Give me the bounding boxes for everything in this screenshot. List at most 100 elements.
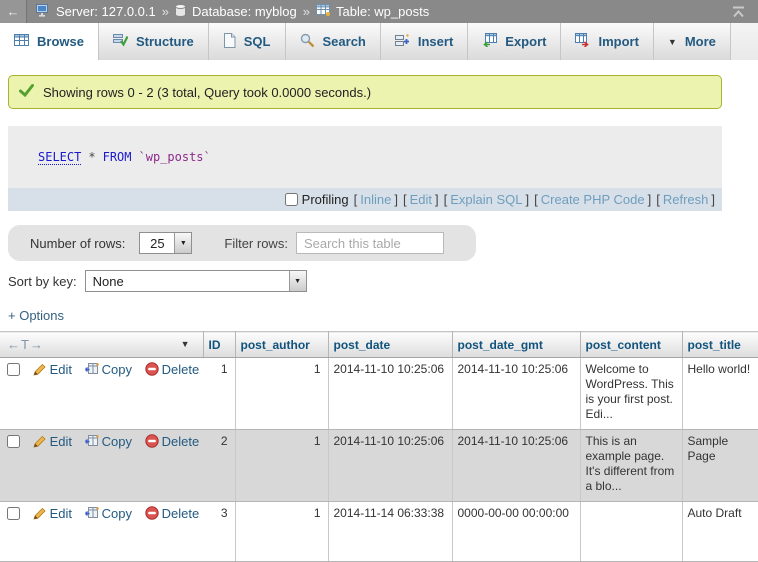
edit-query-link[interactable]: Edit bbox=[410, 192, 432, 207]
cell-post-content[interactable]: This is an example page. It's different … bbox=[580, 430, 682, 502]
delete-icon bbox=[145, 434, 159, 451]
cell-post-date[interactable]: 2014-11-10 10:25:06 bbox=[328, 430, 452, 502]
column-header-id[interactable]: ID bbox=[203, 332, 235, 358]
row-checkbox[interactable] bbox=[7, 363, 20, 376]
column-header-post-author[interactable]: post_author bbox=[235, 332, 328, 358]
delete-link[interactable]: Delete bbox=[162, 434, 200, 449]
check-icon bbox=[19, 84, 34, 100]
collapse-top-icon[interactable] bbox=[731, 6, 746, 18]
filter-rows-input[interactable] bbox=[296, 232, 444, 254]
row-checkbox[interactable] bbox=[7, 507, 20, 520]
search-icon bbox=[300, 33, 315, 51]
create-php-code-link[interactable]: Create PHP Code bbox=[541, 192, 645, 207]
explain-sql-link[interactable]: Explain SQL bbox=[450, 192, 522, 207]
bracket: [ bbox=[656, 192, 660, 207]
cell-post-author[interactable]: 1 bbox=[235, 358, 328, 430]
select-caret-icon: ▼ bbox=[289, 271, 306, 291]
cell-post-title[interactable]: Auto Draft bbox=[682, 502, 758, 562]
breadcrumb: Server: 127.0.0.1 » Database: myblog » T… bbox=[27, 4, 731, 20]
with-selected-caret-icon[interactable]: ▼ bbox=[181, 339, 190, 349]
row-checkbox[interactable] bbox=[7, 435, 20, 448]
bracket: ] bbox=[394, 192, 398, 207]
sort-by-key-select[interactable]: None ▼ bbox=[85, 270, 307, 292]
tab-sql[interactable]: SQL bbox=[209, 23, 286, 60]
sql-keyword-from: FROM bbox=[103, 150, 132, 164]
sidebar-toggle-button[interactable]: ← bbox=[0, 0, 27, 23]
chevron-down-icon: ▼ bbox=[668, 37, 677, 47]
column-order-controls[interactable]: ←T→ bbox=[7, 337, 44, 352]
cell-post-date-gmt[interactable]: 2014-11-10 10:25:06 bbox=[452, 430, 580, 502]
cell-id[interactable]: 1 bbox=[203, 358, 235, 430]
column-header-post-title[interactable]: post_title bbox=[682, 332, 758, 358]
tab-search[interactable]: Search bbox=[286, 23, 381, 60]
options-toggle[interactable]: + Options bbox=[8, 308, 64, 323]
edit-link[interactable]: Edit bbox=[50, 362, 72, 377]
bracket: ] bbox=[435, 192, 439, 207]
table-icon bbox=[316, 4, 330, 19]
structure-icon bbox=[113, 33, 128, 50]
copy-icon bbox=[85, 507, 99, 523]
delete-icon bbox=[145, 506, 159, 523]
tab-label: Insert bbox=[418, 34, 453, 49]
inline-link[interactable]: Inline bbox=[360, 192, 391, 207]
cell-post-date-gmt[interactable]: 2014-11-10 10:25:06 bbox=[452, 358, 580, 430]
cell-id[interactable]: 2 bbox=[203, 430, 235, 502]
pencil-icon bbox=[33, 507, 47, 523]
bracket: ] bbox=[526, 192, 530, 207]
tab-import[interactable]: Import bbox=[561, 23, 653, 60]
delete-link[interactable]: Delete bbox=[162, 506, 200, 521]
breadcrumb-database[interactable]: Database: myblog bbox=[192, 4, 297, 19]
column-header-post-date-gmt[interactable]: post_date_gmt bbox=[452, 332, 580, 358]
bracket: [ bbox=[354, 192, 358, 207]
header-row: ▼ ←T→ ID post_author post_date post_date… bbox=[0, 332, 758, 358]
select-caret-icon: ▼ bbox=[174, 233, 191, 253]
tab-label: Structure bbox=[136, 34, 194, 49]
tab-more[interactable]: ▼ More bbox=[654, 23, 731, 60]
tab-label: Browse bbox=[37, 34, 84, 49]
delete-link[interactable]: Delete bbox=[162, 362, 200, 377]
copy-link[interactable]: Copy bbox=[102, 506, 132, 521]
copy-link[interactable]: Copy bbox=[102, 362, 132, 377]
breadcrumb-server[interactable]: Server: 127.0.0.1 bbox=[56, 4, 156, 19]
cell-post-title[interactable]: Sample Page bbox=[682, 430, 758, 502]
cell-post-content[interactable]: Welcome to WordPress. This is your first… bbox=[580, 358, 682, 430]
sort-by-key-value: None bbox=[86, 274, 289, 289]
copy-link[interactable]: Copy bbox=[102, 434, 132, 449]
edit-link[interactable]: Edit bbox=[50, 506, 72, 521]
cell-id[interactable]: 3 bbox=[203, 502, 235, 562]
tab-label: Import bbox=[598, 34, 638, 49]
cell-post-date-gmt[interactable]: 0000-00-00 00:00:00 bbox=[452, 502, 580, 562]
number-of-rows-select[interactable]: 25 ▼ bbox=[139, 232, 192, 254]
breadcrumb-table[interactable]: Table: wp_posts bbox=[336, 4, 429, 19]
database-icon bbox=[175, 4, 186, 20]
edit-link[interactable]: Edit bbox=[50, 434, 72, 449]
column-header-post-date[interactable]: post_date bbox=[328, 332, 452, 358]
table-row: Edit Copy Delete 3 1 2014-11-14 06:33:38… bbox=[0, 502, 758, 562]
tab-structure[interactable]: Structure bbox=[99, 23, 209, 60]
tab-label: Search bbox=[323, 34, 366, 49]
tab-export[interactable]: Export bbox=[468, 23, 561, 60]
filter-rows-label: Filter rows: bbox=[224, 236, 288, 251]
row-actions-cell: Edit Copy Delete bbox=[0, 358, 203, 430]
tab-browse[interactable]: Browse bbox=[0, 23, 99, 60]
breadcrumb-separator: » bbox=[303, 4, 310, 19]
column-header-post-content[interactable]: post_content bbox=[580, 332, 682, 358]
number-of-rows-label: Number of rows: bbox=[30, 236, 125, 251]
actions-header: ▼ ←T→ bbox=[0, 332, 203, 358]
cell-post-author[interactable]: 1 bbox=[235, 502, 328, 562]
bracket: ] bbox=[648, 192, 652, 207]
cell-post-author[interactable]: 1 bbox=[235, 430, 328, 502]
number-of-rows-value: 25 bbox=[140, 236, 174, 251]
row-actions-cell: Edit Copy Delete bbox=[0, 502, 203, 562]
cell-post-content[interactable] bbox=[580, 502, 682, 562]
cell-post-title[interactable]: Hello world! bbox=[682, 358, 758, 430]
tab-insert[interactable]: Insert bbox=[381, 23, 468, 60]
back-arrow-icon: ← bbox=[7, 4, 20, 19]
breadcrumb-separator: » bbox=[162, 4, 169, 19]
cell-post-date[interactable]: 2014-11-10 10:25:06 bbox=[328, 358, 452, 430]
refresh-link[interactable]: Refresh bbox=[663, 192, 709, 207]
bracket: ] bbox=[711, 192, 715, 207]
cell-post-date[interactable]: 2014-11-14 06:33:38 bbox=[328, 502, 452, 562]
browse-icon bbox=[14, 33, 29, 50]
profiling-checkbox[interactable] bbox=[285, 193, 298, 206]
